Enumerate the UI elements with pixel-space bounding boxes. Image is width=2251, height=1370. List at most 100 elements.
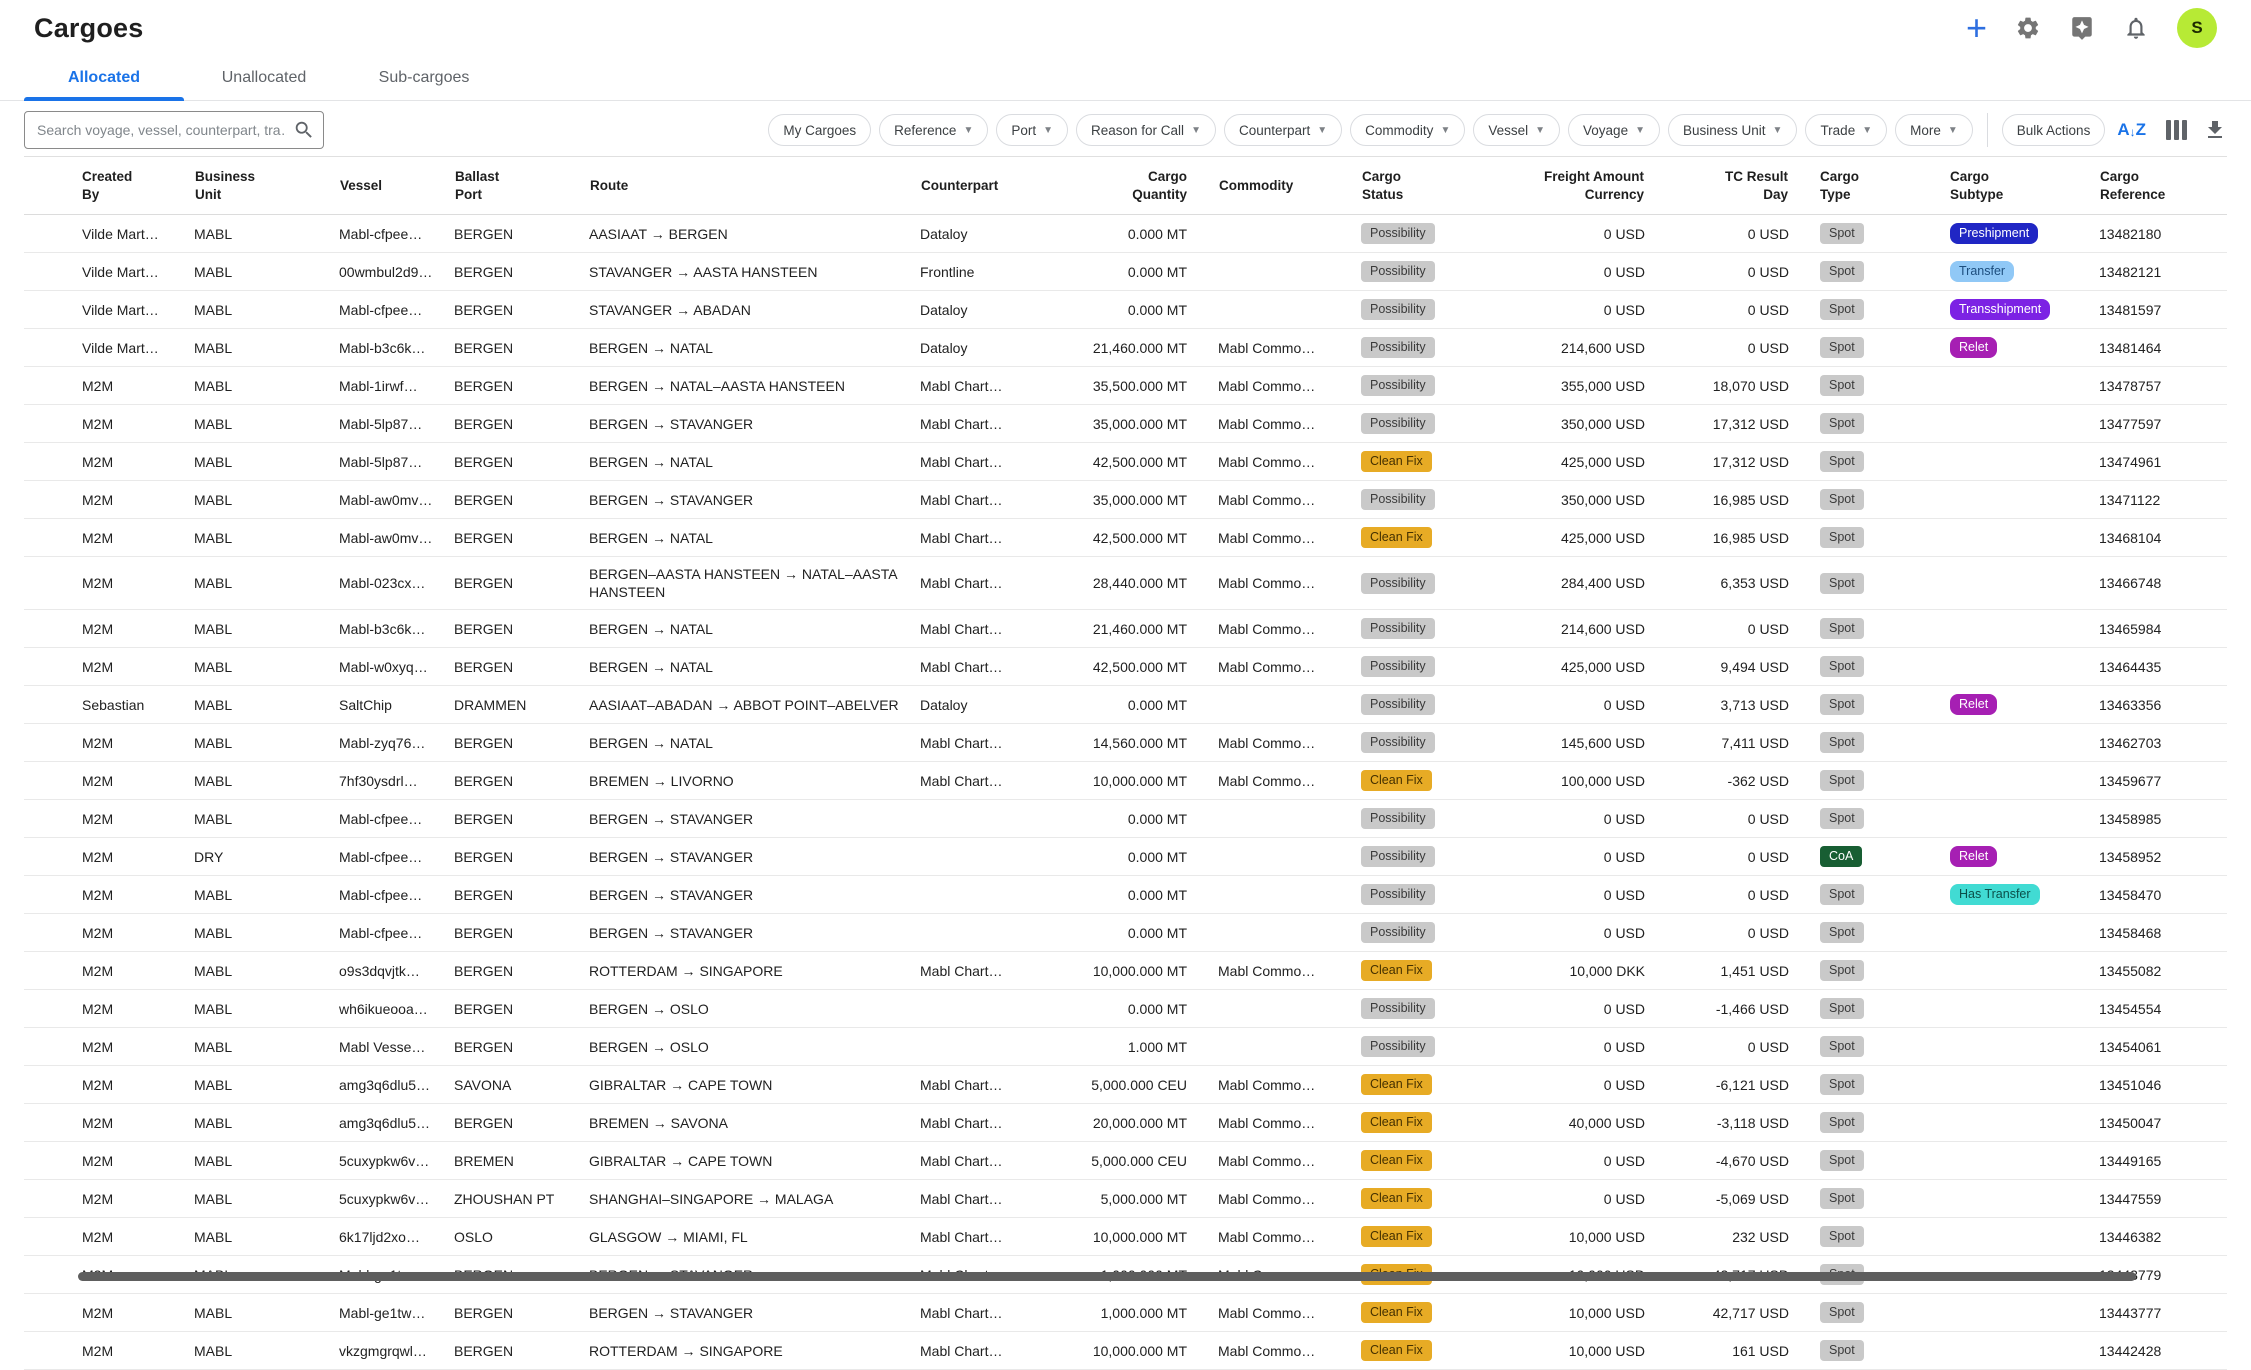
table-row[interactable]: Vilde Mart…MABL00wmbul2d9…BERGENSTAVANGE… — [24, 253, 2227, 291]
cell-freight_amount_currency: 214,600 USD — [1515, 329, 1645, 367]
table-row[interactable]: M2MMABL7hf30ysdrl…BERGENBREMEN → LIVORNO… — [24, 762, 2227, 800]
table-row[interactable]: M2MMABLMabl-1irwf…BERGENBERGEN → NATAL–A… — [24, 367, 2227, 405]
table-row[interactable]: M2MMABLwh6ikueooa…BERGENBERGEN → OSLO0.0… — [24, 990, 2227, 1028]
cargo-subtype-badge: Preshipment — [1950, 223, 2038, 244]
cell-ballast_port: DRAMMEN — [454, 686, 589, 724]
table-row[interactable]: M2MMABLMabl-023cx…BERGENBERGEN–AASTA HAN… — [24, 557, 2227, 610]
column-header-counterpart[interactable]: Counterpart — [920, 157, 1062, 215]
filter-chip-more[interactable]: More▼ — [1895, 114, 1973, 146]
filter-chip-trade[interactable]: Trade▼ — [1805, 114, 1887, 146]
cell-business_unit: MABL — [194, 1218, 339, 1256]
tab-sub-cargoes[interactable]: Sub-cargoes — [344, 56, 504, 100]
table-row[interactable]: M2MMABLMabl-cfpee…BERGENBERGEN → STAVANG… — [24, 914, 2227, 952]
table-row[interactable]: M2MMABLMabl-aw0mv…BERGENBERGEN → STAVANG… — [24, 481, 2227, 519]
settings-gear-icon[interactable] — [2015, 15, 2041, 41]
cell-cargo_subtype — [1920, 952, 2099, 990]
table-row[interactable]: M2MMABLMabl-w0xyq…BERGENBERGEN → NATALMa… — [24, 648, 2227, 686]
cell-tc_result_day: 1,451 USD — [1645, 952, 1789, 990]
cell-created_by: M2M — [24, 481, 194, 519]
cell-counterpart: Dataloy — [920, 329, 1062, 367]
column-header-route[interactable]: Route — [589, 157, 920, 215]
table-row[interactable]: M2MDRYMabl-cfpee…BERGENBERGEN → STAVANGE… — [24, 838, 2227, 876]
table-row[interactable]: M2MMABLMabl-ge1tw…BERGENBERGEN → STAVANG… — [24, 1294, 2227, 1332]
assistant-icon[interactable] — [2069, 15, 2095, 41]
table-row[interactable]: M2MMABLMabl-b3c6k…BERGENBERGEN → NATALMa… — [24, 610, 2227, 648]
column-header-commodity[interactable]: Commodity — [1218, 157, 1361, 215]
search-input[interactable] — [24, 111, 324, 149]
table-row[interactable]: M2MMABL5cuxypkw6v…ZHOUSHAN PTSHANGHAI–SI… — [24, 1180, 2227, 1218]
table-row[interactable]: Vilde Mart…MABLMabl-b3c6k…BERGENBERGEN →… — [24, 329, 2227, 367]
cell-cargo_type: Spot — [1789, 800, 1920, 838]
column-header-tc_result_day[interactable]: TC Result Day — [1645, 157, 1789, 215]
filter-chip-vessel[interactable]: Vessel▼ — [1473, 114, 1560, 146]
table-row[interactable]: M2MMABLMabl Vesse…BERGENBERGEN → OSLO1.0… — [24, 1028, 2227, 1066]
download-icon[interactable] — [2203, 118, 2227, 142]
column-header-cargo_status[interactable]: Cargo Status — [1361, 157, 1515, 215]
column-header-cargo_subtype[interactable]: Cargo Subtype — [1920, 157, 2099, 215]
cell-ballast_port: BERGEN — [454, 557, 589, 610]
filter-chip-label: Reference — [894, 123, 956, 138]
cell-created_by: M2M — [24, 367, 194, 405]
cell-vessel: amg3q6dlu5… — [339, 1066, 454, 1104]
cargo-status-badge: Possibility — [1361, 375, 1435, 396]
tab-unallocated[interactable]: Unallocated — [184, 56, 344, 100]
column-header-cargo_type[interactable]: Cargo Type — [1789, 157, 1920, 215]
cell-cargo_quantity: 20,000.000 MT — [1062, 1104, 1218, 1142]
table-row[interactable]: M2MMABL6k17ljd2xo…OSLOGLASGOW → MIAMI, F… — [24, 1218, 2227, 1256]
table-row[interactable]: M2MMABLMabl-zyq76…BERGENBERGEN → NATALMa… — [24, 724, 2227, 762]
cell-counterpart: Mabl Chart… — [920, 648, 1062, 686]
column-header-created_by[interactable]: Created By — [24, 157, 194, 215]
add-plus-icon[interactable]: + — [1966, 12, 1987, 44]
notifications-bell-icon[interactable] — [2123, 15, 2149, 41]
cell-cargo_subtype — [1920, 1180, 2099, 1218]
cell-cargo_status: Possibility — [1361, 481, 1515, 519]
cell-cargo_status: Possibility — [1361, 724, 1515, 762]
cell-route: SHANGHAI–SINGAPORE → MALAGA — [589, 1180, 920, 1218]
column-header-freight_amount_currency[interactable]: Freight Amount Currency — [1515, 157, 1645, 215]
sort-alpha-icon[interactable]: A↓Z — [2117, 120, 2146, 140]
tab-allocated[interactable]: Allocated — [24, 56, 184, 100]
cell-cargo_subtype — [1920, 610, 2099, 648]
filter-chip-voyage[interactable]: Voyage▼ — [1568, 114, 1660, 146]
cell-cargo_type: Spot — [1789, 1332, 1920, 1370]
filter-chip-reference[interactable]: Reference▼ — [879, 114, 988, 146]
column-header-cargo_quantity[interactable]: Cargo Quantity — [1062, 157, 1218, 215]
columns-icon[interactable] — [2166, 120, 2187, 140]
bulk-actions-button[interactable]: Bulk Actions — [2002, 114, 2106, 146]
column-header-business_unit[interactable]: Business Unit — [194, 157, 339, 215]
table-row[interactable]: M2MMABLMabl-5lp87…BERGENBERGEN → NATALMa… — [24, 443, 2227, 481]
cell-cargo_quantity: 5,000.000 MT — [1062, 1180, 1218, 1218]
horizontal-scrollbar[interactable] — [78, 1272, 2136, 1281]
column-header-vessel[interactable]: Vessel — [339, 157, 454, 215]
table-row[interactable]: M2MMABLo9s3dqvjtk…BERGENROTTERDAM → SING… — [24, 952, 2227, 990]
table-row[interactable]: M2MMABLMabl-cfpee…BERGENBERGEN → STAVANG… — [24, 876, 2227, 914]
avatar[interactable]: S — [2177, 8, 2217, 48]
filter-chip-commodity[interactable]: Commodity▼ — [1350, 114, 1465, 146]
column-header-label: Business Unit — [195, 169, 255, 202]
filter-chip-counterpart[interactable]: Counterpart▼ — [1224, 114, 1342, 146]
table-row[interactable]: M2MMABLMabl-aw0mv…BERGENBERGEN → NATALMa… — [24, 519, 2227, 557]
table-row[interactable]: M2MMABL5cuxypkw6v…BREMENGIBRALTAR → CAPE… — [24, 1142, 2227, 1180]
table-row[interactable]: M2MMABLamg3q6dlu5…SAVONAGIBRALTAR → CAPE… — [24, 1066, 2227, 1104]
cargo-status-badge: Possibility — [1361, 261, 1435, 282]
filter-chip-port[interactable]: Port▼ — [996, 114, 1068, 146]
column-header-ballast_port[interactable]: Ballast Port — [454, 157, 589, 215]
column-header-cargo_reference[interactable]: Cargo Reference — [2099, 157, 2227, 215]
cell-created_by: M2M — [24, 519, 194, 557]
filter-chip-business-unit[interactable]: Business Unit▼ — [1668, 114, 1797, 146]
cell-cargo_reference: 13478757 — [2099, 367, 2227, 405]
cell-route: BERGEN → STAVANGER — [589, 838, 920, 876]
table-row[interactable]: M2MMABLMabl-5lp87…BERGENBERGEN → STAVANG… — [24, 405, 2227, 443]
table-row[interactable]: Vilde Mart…MABLMabl-cfpee…BERGENAASIAAT … — [24, 215, 2227, 253]
cell-cargo_quantity: 1,000.000 MT — [1062, 1294, 1218, 1332]
cell-tc_result_day: 7,411 USD — [1645, 724, 1789, 762]
table-row[interactable]: SebastianMABLSaltChipDRAMMENAASIAAT–ABAD… — [24, 686, 2227, 724]
cell-business_unit: MABL — [194, 1066, 339, 1104]
table-row[interactable]: M2MMABLMabl-cfpee…BERGENBERGEN → STAVANG… — [24, 800, 2227, 838]
filter-chip-reason-for-call[interactable]: Reason for Call▼ — [1076, 114, 1216, 146]
table-row[interactable]: Vilde Mart…MABLMabl-cfpee…BERGENSTAVANGE… — [24, 291, 2227, 329]
filter-chip-my-cargoes[interactable]: My Cargoes — [768, 114, 871, 146]
cell-cargo_status: Possibility — [1361, 686, 1515, 724]
table-row[interactable]: M2MMABLamg3q6dlu5…BERGENBREMEN → SAVONAM… — [24, 1104, 2227, 1142]
table-row[interactable]: M2MMABLvkzgmgrqwl…BERGENROTTERDAM → SING… — [24, 1332, 2227, 1370]
